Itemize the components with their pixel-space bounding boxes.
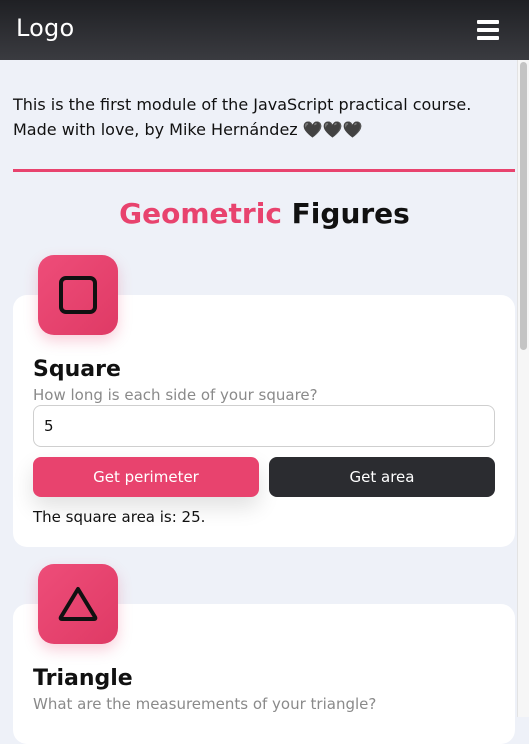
hamburger-menu-icon[interactable] bbox=[477, 20, 499, 40]
square-result: The square area is: 25. bbox=[33, 508, 206, 526]
navbar: Logo bbox=[0, 0, 529, 60]
triangle-icon-tile bbox=[38, 564, 118, 644]
get-area-button[interactable]: Get area bbox=[269, 457, 495, 497]
intro-text: This is the first module of the JavaScri… bbox=[13, 95, 472, 139]
square-subtitle: How long is each side of your square? bbox=[33, 386, 318, 404]
triangle-subtitle: What are the measurements of your triang… bbox=[33, 695, 377, 713]
get-perimeter-button[interactable]: Get perimeter bbox=[33, 457, 259, 497]
square-title: Square bbox=[33, 357, 121, 382]
divider bbox=[13, 169, 515, 172]
triangle-icon bbox=[58, 587, 98, 621]
square-side-input[interactable] bbox=[33, 405, 495, 447]
page-title-rest: Figures bbox=[281, 197, 410, 230]
page-title-accent: Geometric bbox=[119, 197, 282, 230]
logo[interactable]: Logo bbox=[16, 14, 74, 42]
triangle-title: Triangle bbox=[33, 666, 133, 691]
page-title: Geometric Figures bbox=[0, 197, 529, 230]
square-icon-tile bbox=[38, 255, 118, 335]
square-icon bbox=[59, 276, 97, 314]
